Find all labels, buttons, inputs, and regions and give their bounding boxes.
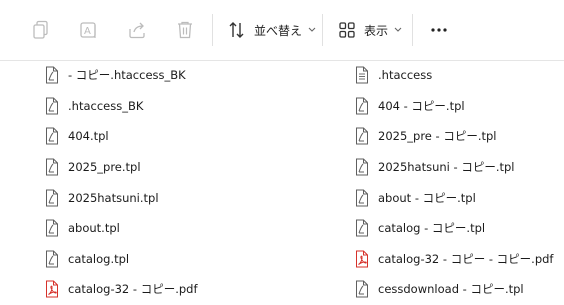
sort-label: 並べ替え (254, 23, 303, 38)
file-icon (354, 219, 370, 237)
file-icon (354, 97, 370, 115)
toolbar-separator (212, 14, 213, 46)
copy-button[interactable] (28, 14, 54, 46)
file-icon (44, 158, 60, 176)
file-icon (354, 280, 370, 298)
file-icon (44, 97, 60, 115)
file-item[interactable]: catalog.tpl (44, 244, 304, 275)
text-file-icon (354, 66, 370, 84)
file-name: 404.tpl (68, 129, 109, 144)
delete-icon (178, 21, 192, 39)
more-icon (431, 28, 447, 32)
more-button[interactable] (424, 14, 454, 46)
sort-icon (229, 22, 244, 38)
file-name: catalog-32 - コピー.pdf (68, 282, 198, 297)
file-item[interactable]: 2025_pre.tpl (44, 152, 304, 183)
chevron-down-icon (394, 27, 402, 32)
file-item[interactable]: 404.tpl (44, 121, 304, 152)
file-item[interactable]: cessdownload - コピー.tpl (354, 274, 564, 305)
file-item[interactable]: - コピー.htaccess_BK (44, 60, 304, 91)
file-name: 2025hatsuni - コピー.tpl (378, 160, 515, 175)
file-item[interactable]: about - コピー.tpl (354, 182, 564, 213)
share-button[interactable] (124, 14, 150, 46)
file-item[interactable]: 2025hatsuni.tpl (44, 182, 304, 213)
file-icon (44, 250, 60, 268)
file-column-left: - コピー.htaccess_BK .htaccess_BK 404.tpl 2025… (44, 60, 304, 305)
file-item[interactable]: catalog-32 - コピー - コピー.pdf (354, 244, 564, 275)
svg-text:A: A (84, 26, 91, 37)
view-icon (339, 22, 355, 38)
file-icon (44, 127, 60, 145)
file-name: catalog-32 - コピー - コピー.pdf (378, 251, 554, 266)
file-icon (354, 127, 370, 145)
file-name: 2025_pre - コピー.tpl (378, 129, 497, 144)
file-name: 2025hatsuni.tpl (68, 190, 159, 205)
file-name: catalog - コピー.tpl (378, 221, 486, 236)
file-icon (354, 189, 370, 207)
chevron-down-icon (308, 27, 316, 32)
file-name: .htaccess (378, 68, 433, 83)
file-item[interactable]: catalog-32 - コピー.pdf (44, 274, 304, 305)
file-list: - コピー.htaccess_BK .htaccess_BK 404.tpl 2025… (0, 60, 564, 304)
file-name: catalog.tpl (68, 251, 130, 266)
file-item[interactable]: about.tpl (44, 213, 304, 244)
toolbar-separator (322, 14, 323, 46)
file-name: cessdownload - コピー.tpl (378, 282, 524, 297)
pdf-icon (44, 280, 60, 298)
file-item[interactable]: .htaccess_BK (44, 91, 304, 122)
file-icon (44, 189, 60, 207)
view-button[interactable]: 表示 (334, 14, 408, 46)
file-name: .htaccess_BK (68, 98, 144, 113)
file-item[interactable]: 404 - コピー.tpl (354, 91, 564, 122)
rename-icon: A (80, 22, 96, 38)
copy-icon (33, 20, 48, 39)
file-icon (44, 66, 60, 84)
file-item[interactable]: catalog - コピー.tpl (354, 213, 564, 244)
file-item[interactable]: 2025_pre - コピー.tpl (354, 121, 564, 152)
file-name: 404 - コピー.tpl (378, 98, 465, 113)
sort-button[interactable]: 並べ替え (224, 14, 318, 46)
view-label: 表示 (364, 23, 389, 38)
file-item[interactable]: .htaccess (354, 60, 564, 91)
rename-button[interactable]: A (76, 14, 102, 46)
file-icon (44, 219, 60, 237)
file-icon (354, 158, 370, 176)
pdf-icon (354, 250, 370, 268)
file-name: about - コピー.tpl (378, 190, 476, 205)
share-icon (129, 22, 145, 39)
file-name: 2025_pre.tpl (68, 160, 141, 175)
file-column-right: .htaccess 404 - コピー.tpl 2025_pre - コピー.tpl… (354, 60, 564, 305)
delete-button[interactable] (172, 14, 198, 46)
file-name: about.tpl (68, 221, 120, 236)
command-bar: A 並べ替え 表示 (0, 0, 564, 61)
toolbar-separator (412, 14, 413, 46)
file-name: - コピー.htaccess_BK (68, 68, 186, 83)
file-item[interactable]: 2025hatsuni - コピー.tpl (354, 152, 564, 183)
